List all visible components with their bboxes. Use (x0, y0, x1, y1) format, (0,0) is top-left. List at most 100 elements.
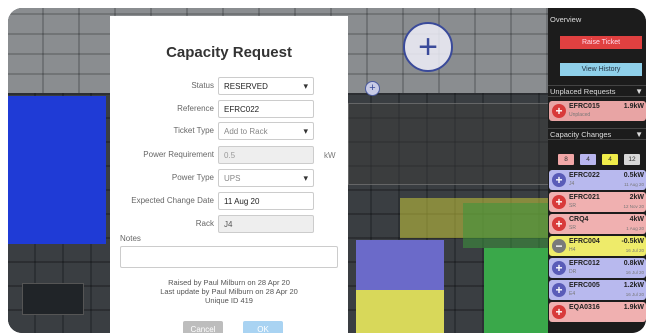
last-update-text: Last update by Paul Milburn on 28 Apr 20 (160, 287, 298, 296)
capacity-change-card[interactable]: − EFRC004 H4 -0.5kW 16 Jul 20 (549, 236, 646, 256)
add-icon[interactable]: + (552, 195, 566, 209)
ticket-type-label: Ticket Type (173, 126, 214, 135)
add-icon[interactable]: + (552, 217, 566, 231)
rack-cube-green[interactable] (484, 248, 548, 333)
card-value: 1.9kW (623, 103, 644, 110)
ok-button[interactable]: OK (243, 321, 283, 333)
card-date: 1 Aug 20 (626, 226, 644, 231)
capacity-request-dialog: Capacity Request Status RESERVED Referen… (110, 16, 348, 333)
card-name: EFRC022 (569, 172, 600, 179)
card-name: EFRC012 (569, 260, 600, 267)
filter-chip[interactable]: 12 (624, 154, 640, 165)
unplaced-card[interactable]: + EFRC015 Unplaced 1.9kW (549, 101, 646, 121)
add-icon[interactable]: + (552, 305, 566, 319)
card-name: EFRC005 (569, 282, 600, 289)
rack-row[interactable] (348, 103, 550, 185)
right-panel: Overview Raise Ticket View History Unpla… (548, 8, 646, 333)
capacity-changes-header[interactable]: Capacity Changes ▼ (548, 128, 646, 140)
cancel-button[interactable]: Cancel (183, 321, 223, 333)
rack-cube-yellow[interactable] (356, 290, 444, 333)
reference-input[interactable]: EFRC022 (218, 100, 314, 118)
rack-cube-purple[interactable] (356, 240, 444, 290)
card-name: EFRC021 (569, 194, 600, 201)
card-value: 0.5kW (623, 172, 644, 179)
card-value: 1.2kW (623, 282, 644, 289)
card-sub: SR (569, 203, 576, 209)
plus-marker-icon[interactable]: + (365, 81, 380, 96)
rack-row-field: Rack J4 (110, 215, 348, 235)
capacity-change-card[interactable]: + EFRC022 J4 0.5kW 11 Aug 20 (549, 170, 646, 190)
expected-change-date-row: Expected Change Date 11 Aug 20 (110, 192, 348, 212)
dialog-title: Capacity Request (166, 44, 292, 61)
collapse-triangle-icon[interactable]: ▼ (635, 86, 643, 98)
expected-change-date-label: Expected Change Date (131, 196, 214, 205)
power-type-select[interactable]: UPS (218, 169, 314, 187)
capacity-changes-title: Capacity Changes (550, 130, 612, 139)
raised-by-text: Raised by Paul Milburn on 28 Apr 20 (168, 278, 290, 287)
add-icon[interactable]: + (552, 173, 566, 187)
capacity-change-card[interactable]: + EFRC005 E4 1.2kW 16 Jul 20 (549, 280, 646, 300)
card-sub: SR (569, 225, 576, 231)
reference-row: Reference EFRC022 (110, 100, 348, 120)
app-frame: + + Capacity Request Status RESERVED Ref… (8, 8, 646, 333)
power-requirement-row: Power Requirement 0.5 kW (110, 146, 348, 166)
card-date: 16 Jul 20 (625, 270, 644, 275)
card-date: 12 Nov 20 (623, 204, 644, 209)
overview-title: Overview (550, 15, 582, 24)
status-label: Status (191, 81, 214, 90)
card-date: 11 Aug 20 (624, 182, 644, 187)
rack-input[interactable]: J4 (218, 215, 314, 233)
plus-circle-icon[interactable]: + (403, 22, 453, 72)
power-type-row: Power Type UPS (110, 169, 348, 189)
add-icon[interactable]: + (552, 104, 566, 118)
raise-ticket-button[interactable]: Raise Ticket (560, 36, 642, 49)
card-sub: J4 (569, 181, 575, 187)
card-value: 0.8kW (623, 260, 644, 267)
card-date: 16 Jul 20 (625, 292, 644, 297)
rack-label: Rack (195, 219, 214, 228)
collapse-triangle-icon[interactable]: ▼ (635, 129, 643, 141)
capacity-change-card[interactable]: + EFRC021 SR 2kW 12 Nov 20 (549, 192, 646, 212)
capacity-change-card[interactable]: + EFRC012 DR 0.8kW 16 Jul 20 (549, 258, 646, 278)
floor-vent (22, 283, 84, 315)
ticket-type-row: Ticket Type Add to Rack (110, 122, 348, 142)
card-value: 1.9kW (623, 304, 644, 311)
add-icon[interactable]: + (552, 261, 566, 275)
card-value: -0.5kW (621, 238, 644, 245)
notes-textarea[interactable] (120, 246, 338, 268)
unique-id-text: Unique ID 419 (205, 296, 253, 305)
status-row: Status RESERVED (110, 77, 348, 97)
power-unit: kW (324, 151, 336, 160)
notes-label: Notes (120, 234, 141, 243)
add-icon[interactable]: + (552, 283, 566, 297)
card-name: EFRC004 (569, 238, 600, 245)
card-sub: DR (569, 269, 577, 275)
capacity-change-card[interactable]: + CRQ4 SR 4kW 1 Aug 20 (549, 214, 646, 234)
card-value: 4kW (629, 216, 644, 223)
card-sub: H4 (569, 247, 576, 253)
filter-chip[interactable]: 4 (580, 154, 596, 165)
capacity-change-card[interactable]: + EQA0316 1.9kW (549, 302, 646, 322)
rack-highlight-green[interactable] (463, 203, 548, 248)
card-sub: E4 (569, 291, 576, 297)
filter-chip[interactable]: 4 (602, 154, 618, 165)
card-name: EQA0316 (569, 304, 600, 311)
rack-block-blue[interactable] (8, 96, 106, 244)
power-requirement-input[interactable]: 0.5 (218, 146, 314, 164)
power-requirement-label: Power Requirement (143, 150, 214, 159)
card-date: 16 Jul 20 (625, 248, 644, 253)
card-name: CRQ4 (569, 216, 589, 223)
remove-icon[interactable]: − (552, 239, 566, 253)
status-select[interactable]: RESERVED (218, 77, 314, 95)
ticket-type-select[interactable]: Add to Rack (218, 122, 314, 140)
filter-chip[interactable]: 8 (558, 154, 574, 165)
unplaced-requests-header[interactable]: Unplaced Requests ▼ (548, 85, 646, 97)
card-name: EFRC015 (569, 103, 600, 110)
view-history-button[interactable]: View History (560, 63, 642, 76)
card-value: 2kW (629, 194, 644, 201)
expected-change-date-input[interactable]: 11 Aug 20 (218, 192, 314, 210)
power-type-label: Power Type (171, 173, 214, 182)
unplaced-requests-title: Unplaced Requests (550, 87, 616, 96)
card-sub: Unplaced (569, 112, 591, 118)
reference-label: Reference (177, 104, 214, 113)
